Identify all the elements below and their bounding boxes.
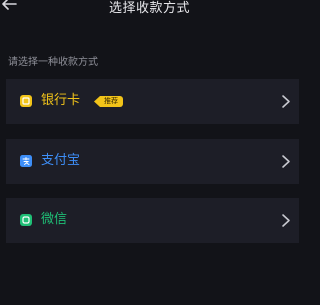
payment-option-bank-card[interactable]: 银行卡 推荐 xyxy=(6,79,299,124)
payment-option-wechat[interactable]: 微信 xyxy=(6,198,299,243)
page-title: 选择收款方式 xyxy=(108,1,190,16)
section-subtitle: 请选择一种收款方式 xyxy=(8,57,98,68)
header: 选择收款方式 xyxy=(0,0,299,22)
recommend-badge: 推荐 xyxy=(94,96,123,107)
chevron-right-icon xyxy=(281,154,291,169)
wechat-icon xyxy=(20,214,32,226)
payment-option-alipay[interactable]: 支付宝 xyxy=(6,139,299,184)
option-label-wechat: 微信 xyxy=(41,212,68,227)
option-label-bank-card: 银行卡 xyxy=(41,93,81,108)
option-label-alipay: 支付宝 xyxy=(41,153,81,168)
chevron-right-icon xyxy=(281,213,291,228)
alipay-icon xyxy=(20,155,32,167)
bank-card-icon xyxy=(20,95,32,107)
chevron-right-icon xyxy=(281,94,291,109)
